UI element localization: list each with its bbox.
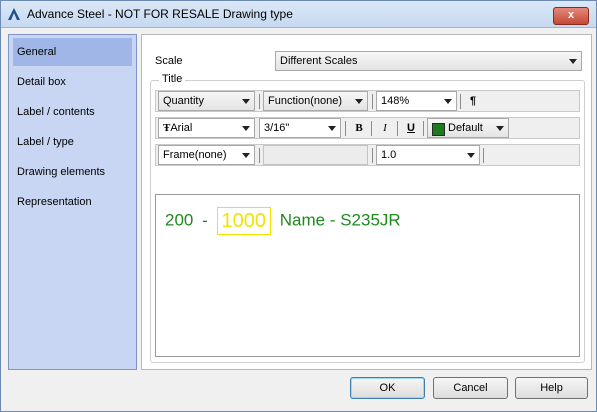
- quantity-select-value: Quantity: [163, 95, 204, 107]
- toolbar-separator: [372, 148, 373, 163]
- sidebar-item-general[interactable]: General: [13, 38, 132, 66]
- color-swatch: [432, 123, 445, 136]
- title-text-editor[interactable]: 200 - 1000 Name - S235JR: [155, 194, 580, 357]
- chevron-down-icon: [328, 126, 336, 131]
- title-bar[interactable]: Advance Steel - NOT FOR RESALE Drawing t…: [1, 1, 596, 28]
- close-button[interactable]: x: [553, 7, 589, 25]
- bold-button[interactable]: B: [350, 120, 368, 136]
- title-group: Title Quantity Function(none) 148% ¶ ŦAr…: [150, 73, 585, 363]
- chevron-down-icon: [496, 126, 504, 131]
- title-toolbar-2: ŦArial 3/16" B I U Default: [155, 117, 580, 139]
- sidebar-item-detail-box[interactable]: Detail box: [13, 68, 132, 96]
- advance-steel-logo-icon: [8, 8, 20, 20]
- frame-select[interactable]: Frame(none): [158, 145, 255, 165]
- text-size-value: 3/16": [264, 122, 290, 134]
- content-panel: Scale Different Scales Title Quantity Fu…: [141, 34, 592, 370]
- formula-text-part-2: Name - S235JR: [279, 210, 401, 230]
- zoom-select-value: 148%: [381, 95, 410, 107]
- ok-button[interactable]: OK: [350, 377, 425, 399]
- toolbar-separator: [397, 121, 398, 136]
- chevron-down-icon: [355, 99, 363, 104]
- toolbar-separator: [423, 121, 424, 136]
- chevron-down-icon: [444, 99, 452, 104]
- formula-boxed-value[interactable]: 1000: [216, 206, 272, 235]
- function-select-value: Function(none): [268, 95, 342, 107]
- title-toolbar-1: Quantity Function(none) 148% ¶: [155, 90, 580, 112]
- window-title: Advance Steel - NOT FOR RESALE Drawing t…: [27, 7, 293, 21]
- quantity-select[interactable]: Quantity: [158, 91, 255, 111]
- title-formula: 200 - 1000 Name - S235JR: [165, 205, 401, 236]
- toolbar-separator: [259, 148, 260, 163]
- chevron-down-icon: [242, 99, 250, 104]
- toolbar-separator: [372, 94, 373, 109]
- disabled-field: [263, 145, 368, 165]
- frame-select-value: Frame(none): [163, 149, 227, 161]
- chevron-down-icon: [467, 153, 475, 158]
- cancel-button[interactable]: Cancel: [433, 377, 508, 399]
- sidebar-item-label-contents[interactable]: Label / contents: [13, 98, 132, 126]
- toolbar-separator: [371, 121, 372, 136]
- title-toolbar-3: Frame(none) 1.0: [155, 144, 580, 166]
- sidebar-item-label-type[interactable]: Label / type: [13, 128, 132, 156]
- text-size-select[interactable]: 3/16": [259, 118, 341, 138]
- zoom-select[interactable]: 148%: [376, 91, 457, 111]
- font-select-value: Arial: [170, 122, 193, 134]
- italic-button[interactable]: I: [376, 120, 394, 136]
- chevron-down-icon: [569, 59, 577, 64]
- toolbar-separator: [460, 94, 461, 109]
- formula-dash: -: [202, 210, 208, 230]
- function-select[interactable]: Function(none): [263, 91, 368, 111]
- scale-select-value: Different Scales: [280, 55, 358, 67]
- toolbar-separator: [345, 121, 346, 136]
- scale-select[interactable]: Different Scales: [275, 51, 582, 71]
- line-spacing-select[interactable]: 1.0: [376, 145, 480, 165]
- paragraph-icon[interactable]: ¶: [464, 93, 482, 109]
- color-select-value: Default: [448, 122, 483, 134]
- formula-text-part-1: 200: [165, 210, 194, 230]
- color-select[interactable]: Default: [427, 118, 509, 138]
- title-group-label: Title: [159, 73, 186, 85]
- toolbar-separator: [259, 94, 260, 109]
- sidebar-item-representation[interactable]: Representation: [13, 188, 132, 216]
- font-select[interactable]: ŦArial: [158, 118, 255, 138]
- underline-button[interactable]: U: [402, 120, 420, 136]
- scale-label: Scale: [155, 55, 183, 67]
- toolbar-separator: [483, 148, 484, 163]
- chevron-down-icon: [242, 126, 250, 131]
- chevron-down-icon: [242, 153, 250, 158]
- line-spacing-value: 1.0: [381, 149, 397, 161]
- help-button[interactable]: Help: [515, 377, 588, 399]
- sidebar: General Detail box Label / contents Labe…: [8, 34, 137, 370]
- dialog-window: Advance Steel - NOT FOR RESALE Drawing t…: [0, 0, 597, 412]
- sidebar-item-drawing-elements[interactable]: Drawing elements: [13, 158, 132, 186]
